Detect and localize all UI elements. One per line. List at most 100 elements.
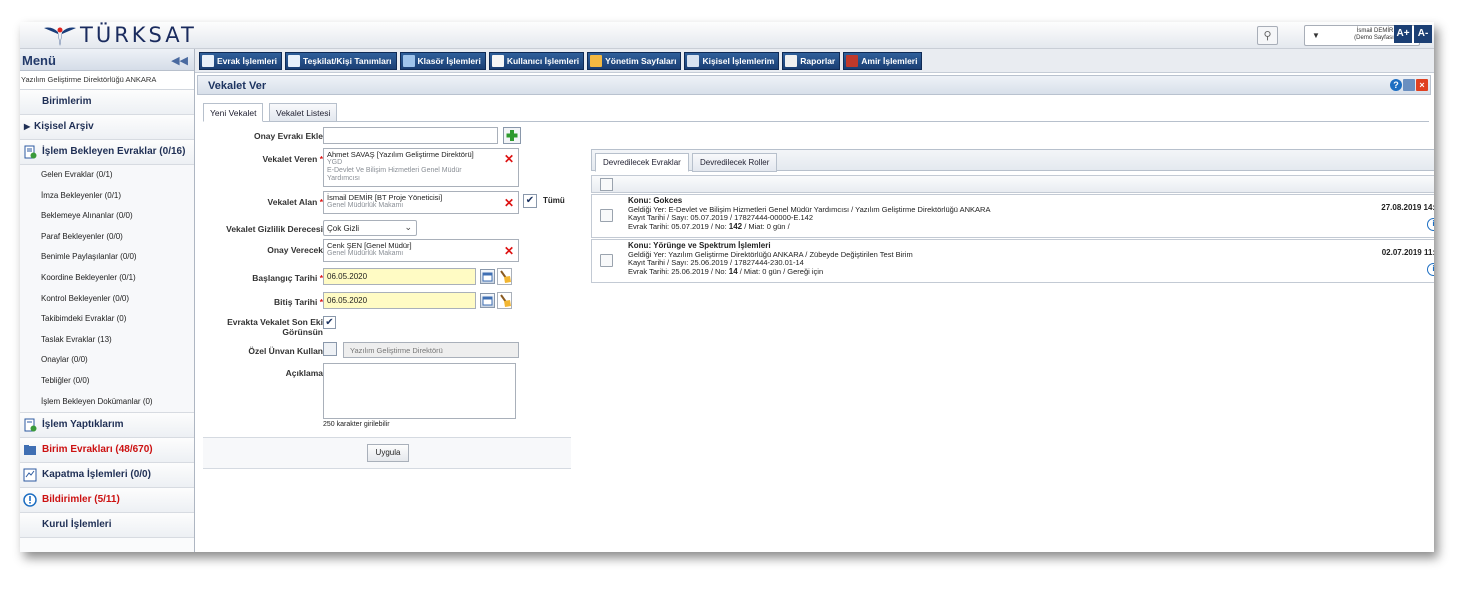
sidebar-item-islem-yaptiklarim[interactable]: İşlem Yaptıklarım: [20, 413, 194, 439]
close-icon[interactable]: ×: [1416, 79, 1428, 91]
document-row[interactable]: Konu: Yörünge ve Spektrum İşlemleri Geldi…: [591, 239, 1434, 283]
font-decrease-button[interactable]: A-: [1414, 25, 1432, 43]
page-title: Vekalet Ver: [208, 80, 267, 92]
toolbar-kisisel-islemlerim-button[interactable]: Kişisel İşlemlerim: [684, 52, 780, 70]
vekalet-veren-label: Vekalet Veren *: [262, 154, 323, 164]
remove-icon[interactable]: ✕: [504, 152, 514, 166]
info-icon[interactable]: i: [1427, 263, 1434, 276]
turksat-logo: TÜRKSAT: [42, 23, 197, 47]
baslangic-value: 06.05.2020: [327, 272, 368, 281]
baslangic-label: Başlangıç Tarihi *: [252, 273, 323, 283]
onay-verecek-field[interactable]: Cenk ŞEN [Genel Müdür] Genel Müdürlük Ma…: [323, 239, 519, 262]
select-all-checkbox[interactable]: [600, 178, 613, 191]
search-icon[interactable]: ⚲: [1257, 26, 1278, 45]
form-footer: Uygula: [203, 437, 571, 469]
turksat-logo-icon: [44, 27, 76, 46]
tab-yeni-vekalet[interactable]: Yeni Vekalet: [203, 103, 264, 122]
toolbar-label: Yönetim Sayfaları: [605, 56, 677, 66]
sidebar-subitem[interactable]: Benimle Paylaşılanlar (0/0): [20, 247, 194, 268]
sidebar-item-bildirimler[interactable]: Bildirimler (5/11): [20, 488, 194, 514]
toolbar-amir-islemleri-button[interactable]: Amir İşlemleri: [843, 52, 923, 70]
calendar-icon[interactable]: [480, 269, 495, 284]
bitis-date-input[interactable]: 06.05.2020: [323, 292, 476, 309]
sidebar-subitem[interactable]: Kontrol Bekleyenler (0/0): [20, 288, 194, 310]
collapse-menu-icon[interactable]: ◀◀: [171, 54, 188, 67]
son-eki-label: Evrakta Vekalet Son Eki Görünsün: [227, 317, 323, 337]
row-checkbox[interactable]: [600, 209, 613, 222]
sidebar-item-label: Birim Evrakları (48/670): [42, 444, 153, 456]
klasor-islemleri-icon: [402, 55, 415, 67]
sidebar-subitem[interactable]: Taslak Evraklar (13): [20, 329, 194, 351]
remove-icon[interactable]: ✕: [504, 196, 514, 210]
sidebar-subitem[interactable]: İşlem Bekleyen Dokümanlar (0): [20, 391, 194, 413]
gizlilik-value: Çok Gizli: [327, 224, 360, 233]
toolbar-raporlar-button[interactable]: Raporlar: [782, 52, 841, 70]
aciklama-textarea[interactable]: [323, 363, 516, 419]
uygula-button[interactable]: Uygula: [367, 444, 409, 462]
app-window: TÜRKSAT ⚲ ▼ İsmail DEMİR (Demo Sayfası) …: [20, 22, 1434, 552]
clear-icon[interactable]: [497, 268, 512, 285]
sidebar-item-kisisel-arsiv[interactable]: ▶ Kişisel Arşiv: [20, 115, 194, 140]
sidebar-item-label: Birimlerim: [42, 96, 92, 107]
pending-document-icon: [23, 145, 37, 159]
document-row[interactable]: Konu: Gokces Geldiği Yer: E-Devlet ve Bil…: [591, 194, 1434, 238]
row-konu: Konu: Gokces: [628, 196, 683, 205]
sidebar-subitem[interactable]: Beklemeye Alınanlar (0/0): [20, 206, 194, 227]
baslangic-date-input[interactable]: 06.05.2020: [323, 268, 476, 285]
tumu-checkbox[interactable]: ✔: [523, 194, 537, 208]
calendar-icon[interactable]: [480, 293, 495, 308]
vekalet-veren-dept: E-Devlet Ve Bilişim Hizmetleri Genel Müd…: [327, 167, 462, 174]
font-increase-button[interactable]: A+: [1394, 25, 1412, 43]
toolbar-yonetim-sayfalari-button[interactable]: Yönetim Sayfaları: [587, 52, 682, 70]
toolbar-kullanici-islemleri-button[interactable]: Kullanıcı İşlemleri: [488, 52, 585, 70]
ozel-unvan-checkbox[interactable]: [323, 342, 337, 356]
toolbar-label: Amir İşlemleri: [861, 56, 918, 66]
page-header: Vekalet Ver ? ×: [197, 75, 1431, 95]
vekalet-alan-name: İsmail DEMİR [BT Proje Yöneticisi]: [327, 193, 443, 202]
sidebar-item-kurul[interactable]: Kurul İşlemleri: [20, 513, 194, 539]
sidebar-subitem[interactable]: Takibimdeki Evraklar (0): [20, 309, 194, 330]
sidebar-item-label: Kişisel Arşiv: [34, 121, 94, 132]
window-icon[interactable]: [1403, 79, 1415, 91]
tumu-label: Tümü: [543, 196, 565, 205]
main-toolbar: Evrak İşlemleri Teşkilat/Kişi Tanımları Kl…: [195, 49, 1434, 73]
clear-icon[interactable]: [497, 292, 512, 309]
sidebar-subitem[interactable]: Paraf Bekleyenler (0/0): [20, 226, 194, 248]
bitis-value: 06.05.2020: [327, 296, 368, 305]
sidebar-item-kapatma[interactable]: Kapatma İşlemleri (0/0): [20, 463, 194, 489]
vekalet-alan-field[interactable]: İsmail DEMİR [BT Proje Yöneticisi] Genel…: [323, 191, 519, 214]
remove-icon[interactable]: ✕: [504, 244, 514, 258]
add-icon[interactable]: [503, 127, 521, 144]
row-checkbox[interactable]: [600, 254, 613, 267]
vekalet-veren-field[interactable]: Ahmet SAVAŞ [Yazılım Geliştirme Direktör…: [323, 148, 519, 187]
kullanici-islemleri-icon: [491, 55, 504, 67]
sidebar-item-birim-evraklari[interactable]: Birim Evrakları (48/670): [20, 438, 194, 464]
sidebar-subitem[interactable]: İmza Bekleyenler (0/1): [20, 185, 194, 207]
alert-icon: [23, 493, 37, 507]
onay-evraki-field[interactable]: [323, 127, 498, 144]
sidebar-item-birimlerim[interactable]: Birimlerim: [20, 90, 194, 115]
toolbar-klasor-islemleri-button[interactable]: Klasör İşlemleri: [399, 52, 486, 70]
gizlilik-select[interactable]: Çok Gizli ⌄: [323, 220, 417, 236]
sidebar-item-islem-bekleyen[interactable]: İşlem Bekleyen Evraklar (0/16): [20, 140, 194, 165]
help-icon[interactable]: ?: [1390, 79, 1402, 91]
info-icon[interactable]: i: [1427, 218, 1434, 231]
close-document-icon: [23, 468, 37, 482]
tab-vekalet-listesi[interactable]: Vekalet Listesi: [269, 103, 338, 122]
tab-devredilecek-evraklar[interactable]: Devredilecek Evraklar: [595, 153, 689, 172]
onay-verecek-name: Cenk ŞEN [Genel Müdür]: [327, 241, 412, 250]
sidebar-subitem[interactable]: Tebliğler (0/0): [20, 370, 194, 392]
pending-submenu: Gelen Evraklar (0/1) İmza Bekleyenler (0/…: [20, 165, 194, 414]
toolbar-evrak-islemleri-button[interactable]: Evrak İşlemleri: [199, 52, 283, 70]
row-evrak-tarihi: Evrak Tarihi: 25.06.2019 / No: 14 / Miat…: [628, 266, 824, 276]
toolbar-teskilat-kisi-button[interactable]: Teşkilat/Kişi Tanımları: [285, 52, 397, 70]
sidebar-subitem[interactable]: Koordine Bekleyenler (0/1): [20, 267, 194, 289]
toolbar-label: Evrak İşlemleri: [217, 56, 278, 66]
folder-icon: [23, 443, 37, 457]
tab-devredilecek-roller[interactable]: Devredilecek Roller: [692, 153, 778, 172]
sidebar-subitem[interactable]: Onaylar (0/0): [20, 350, 194, 371]
bitis-label: Bitiş Tarihi *: [274, 297, 323, 307]
ozel-unvan-input[interactable]: Yazılım Geliştirme Direktörü: [343, 342, 519, 358]
son-eki-checkbox[interactable]: ✔: [323, 316, 336, 329]
sidebar-subitem[interactable]: Gelen Evraklar (0/1): [20, 165, 194, 186]
